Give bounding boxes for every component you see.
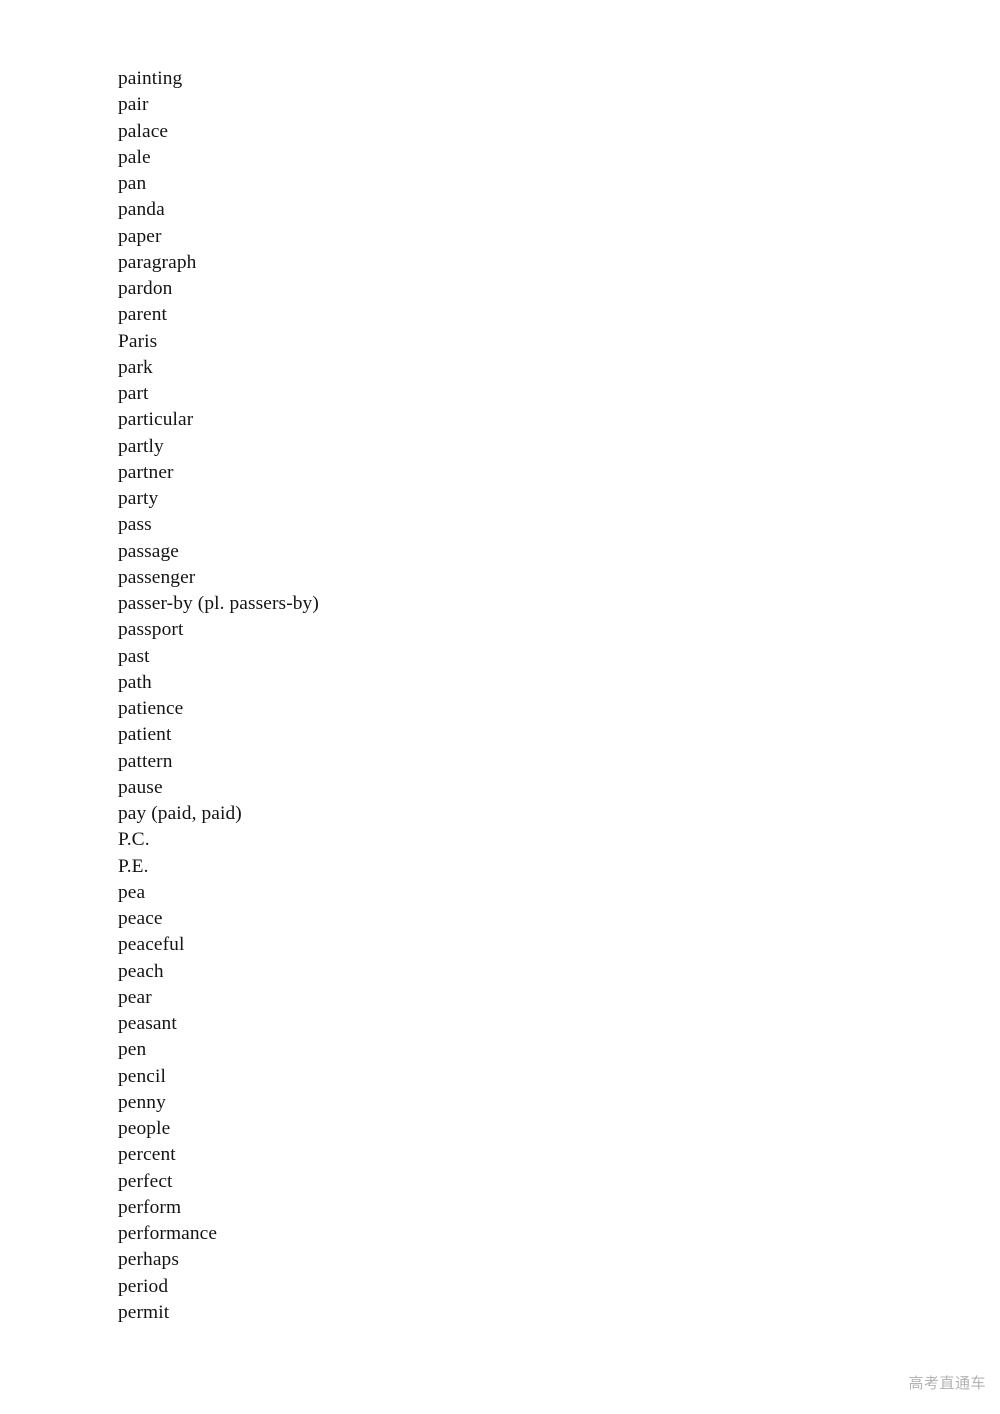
word-list-item: particular bbox=[118, 409, 194, 431]
word-list-item: partly bbox=[118, 435, 164, 457]
word-list-item: penny bbox=[118, 1091, 166, 1113]
word-list-item: pay (paid, paid) bbox=[118, 803, 242, 824]
word-list-item: patient bbox=[118, 724, 172, 746]
word-list-item: part bbox=[118, 383, 149, 404]
word-list-item: pale bbox=[118, 146, 151, 168]
word-list-item: paragraph bbox=[118, 251, 197, 273]
watermark-label: 高考直通车 bbox=[908, 1374, 986, 1392]
word-list-item: passage bbox=[118, 540, 180, 562]
word-list-item: permit bbox=[118, 1301, 170, 1323]
word-list-item: passport bbox=[118, 619, 184, 641]
word-list-item: P.C. bbox=[118, 829, 150, 851]
word-list-item: percent bbox=[118, 1144, 176, 1166]
word-list-item: past bbox=[118, 645, 150, 667]
word-list-item: peaceful bbox=[118, 934, 185, 956]
word-list-item: pass bbox=[118, 514, 152, 536]
word-list-item: pause bbox=[118, 776, 163, 798]
word-list-item: palace bbox=[118, 120, 169, 142]
word-list-item: Paris bbox=[118, 330, 158, 352]
word-list-item: people bbox=[118, 1118, 171, 1139]
word-list-item: pair bbox=[118, 94, 149, 116]
word-list-item: parent bbox=[118, 304, 168, 326]
word-list-item: path bbox=[118, 671, 152, 693]
word-list-item: passenger bbox=[118, 566, 196, 588]
word-list-item: passer-by (pl. passers-by) bbox=[118, 593, 319, 614]
word-list-item: patience bbox=[118, 698, 184, 719]
word-list-item: pen bbox=[118, 1039, 147, 1061]
word-list-item: perfect bbox=[118, 1170, 173, 1192]
word-list-item: perform bbox=[118, 1196, 182, 1218]
word-list-item: panda bbox=[118, 199, 165, 221]
word-list-item: performance bbox=[118, 1223, 218, 1244]
word-list-item: painting bbox=[118, 68, 183, 89]
word-list-item: peasant bbox=[118, 1013, 177, 1034]
word-list-item: pear bbox=[118, 986, 152, 1008]
word-list-item: peach bbox=[118, 960, 164, 982]
word-list-item: party bbox=[118, 488, 159, 509]
vocabulary-word-list: painting pair palace pale pan panda paper parag… bbox=[118, 66, 878, 1326]
word-list-item: park bbox=[118, 356, 153, 378]
word-list-item: perhaps bbox=[118, 1249, 180, 1271]
document-page: painting pair palace pale pan panda paper parag… bbox=[0, 0, 1000, 1414]
word-list-item: pardon bbox=[118, 278, 173, 299]
word-list-item: pea bbox=[118, 881, 146, 903]
word-list-item: period bbox=[118, 1275, 169, 1297]
word-list-item: pattern bbox=[118, 750, 173, 772]
word-list-item: pan bbox=[118, 173, 147, 194]
word-list-item: P.E. bbox=[118, 855, 149, 877]
word-list-item: peace bbox=[118, 908, 163, 929]
word-list-item: pencil bbox=[118, 1065, 166, 1087]
word-list-item: partner bbox=[118, 461, 174, 483]
word-list-item: paper bbox=[118, 225, 162, 247]
